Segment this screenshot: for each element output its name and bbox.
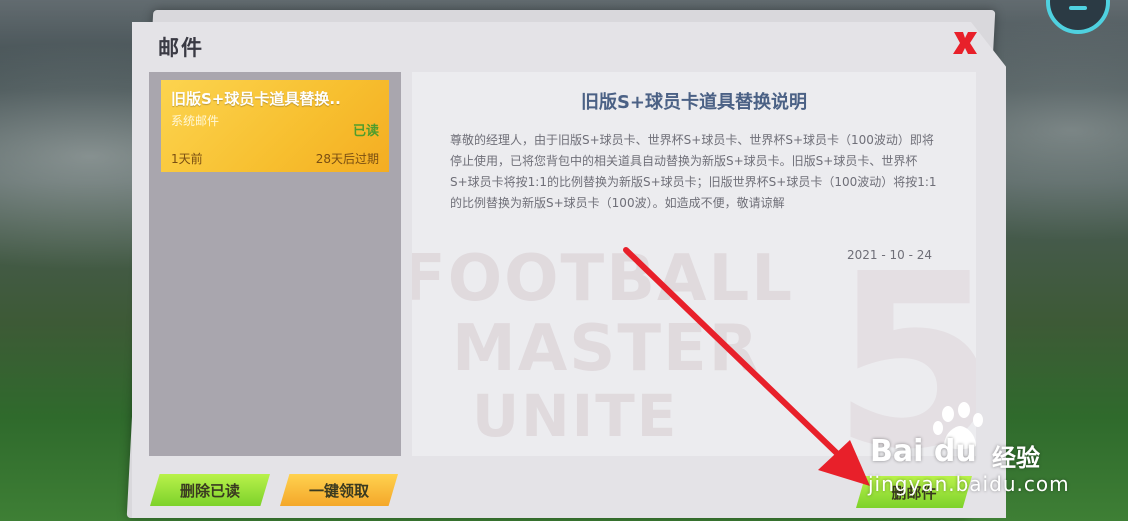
- close-x-icon: [953, 32, 977, 54]
- mail-detail: FOOTBALL MASTER UNITE 5 旧版S+球员卡道具替换说明 尊敬…: [412, 72, 976, 456]
- watermark-unite: UNITE: [472, 382, 679, 450]
- close-button[interactable]: [948, 26, 982, 60]
- baidu-brand-cn: 经验: [992, 444, 1040, 472]
- baidu-url: jingyan.baidu.com: [868, 472, 1070, 496]
- mail-item-time: 1天前: [171, 152, 203, 166]
- watermark-football: FOOTBALL: [412, 242, 795, 316]
- delete-read-button[interactable]: 删除已读: [150, 474, 270, 506]
- watermark-master: MASTER: [452, 312, 760, 386]
- panel-title: 邮件: [158, 36, 204, 60]
- mail-item-title: 旧版S+球员卡道具替换..: [171, 90, 341, 108]
- mail-item-sender: 系统邮件: [171, 114, 220, 128]
- mail-item-status: 已读: [352, 124, 379, 139]
- mail-detail-title: 旧版S+球员卡道具替换说明: [580, 92, 808, 113]
- mail-list-item[interactable]: 旧版S+球员卡道具替换.. 系统邮件 已读 1天前 28天后过期: [161, 80, 389, 172]
- mail-list[interactable]: 旧版S+球员卡道具替换.. 系统邮件 已读 1天前 28天后过期: [149, 72, 401, 456]
- baidu-logo-text: Bai du: [870, 434, 977, 469]
- baidu-watermark: Bai du 经验 jingyan.baidu.com: [868, 402, 1120, 502]
- mail-detail-body: 尊敬的经理人，由于旧版S+球员卡、世界杯S+球员卡、世界杯S+球员卡（100波动…: [450, 133, 937, 210]
- mail-detail-date: 2021 - 10 - 24: [847, 248, 932, 262]
- mail-item-expire: 28天后过期: [315, 152, 379, 166]
- claim-all-button[interactable]: 一键领取: [280, 474, 398, 506]
